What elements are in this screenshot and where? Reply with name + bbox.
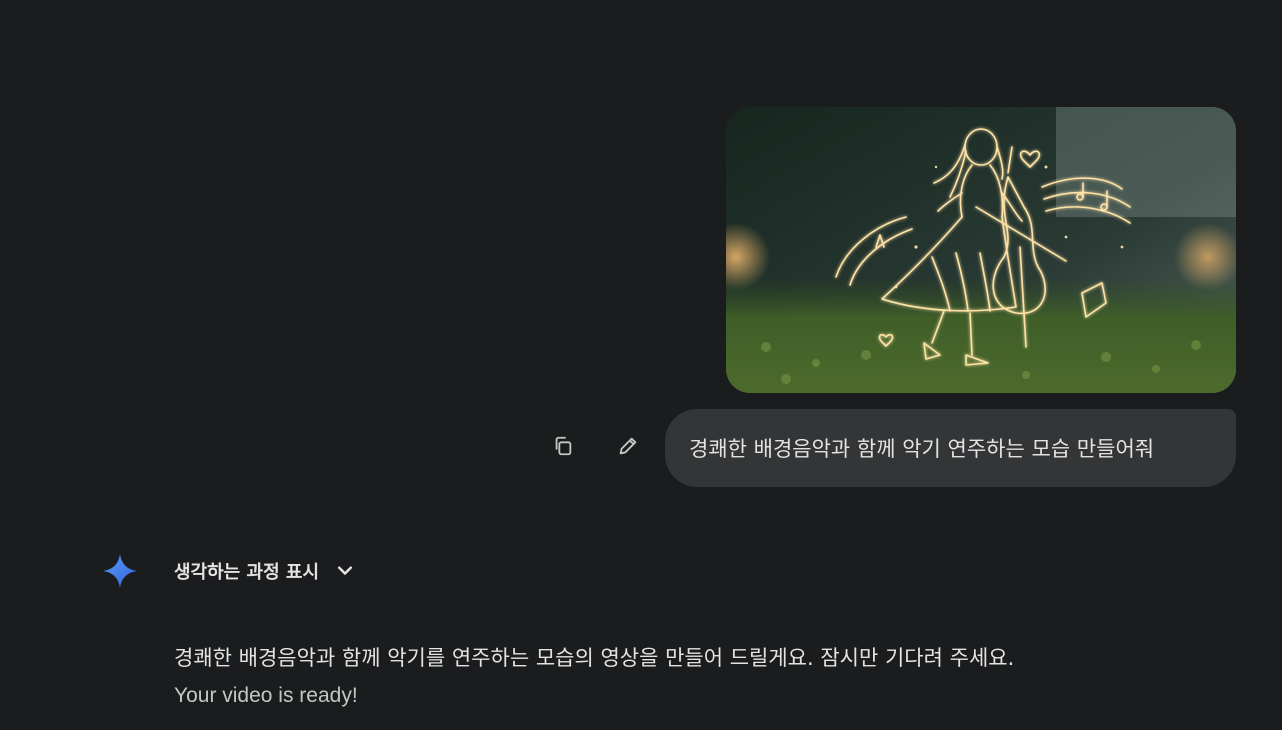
chevron-down-icon [337, 566, 353, 575]
show-thinking-toggle[interactable]: 생각하는 과정 표시 [174, 556, 355, 586]
user-prompt-bubble: 경쾌한 배경음악과 함께 악기 연주하는 모습 만들어줘 [665, 409, 1236, 487]
pencil-icon [619, 437, 637, 455]
uploaded-image[interactable] [726, 107, 1236, 393]
response-body-text: 경쾌한 배경음악과 함께 악기를 연주하는 모습의 영상을 만들어 드릴게요. … [174, 646, 1015, 670]
gemini-sparkle-icon [103, 554, 137, 588]
edit-prompt-button[interactable] [608, 426, 648, 466]
user-prompt-text: 경쾌한 배경음악과 함께 악기 연주하는 모습 만들어줘 [689, 437, 1155, 461]
copy-prompt-button[interactable] [543, 426, 583, 466]
copy-icon [555, 436, 572, 456]
cello-girl-illustration [726, 107, 1236, 393]
show-thinking-label: 생각하는 과정 표시 [174, 562, 320, 583]
video-ready-status: Your video is ready! [174, 684, 358, 707]
chat-page: 경쾌한 배경음악과 함께 악기 연주하는 모습 만들어줘 생각하는 과정 표시 … [0, 0, 1282, 730]
